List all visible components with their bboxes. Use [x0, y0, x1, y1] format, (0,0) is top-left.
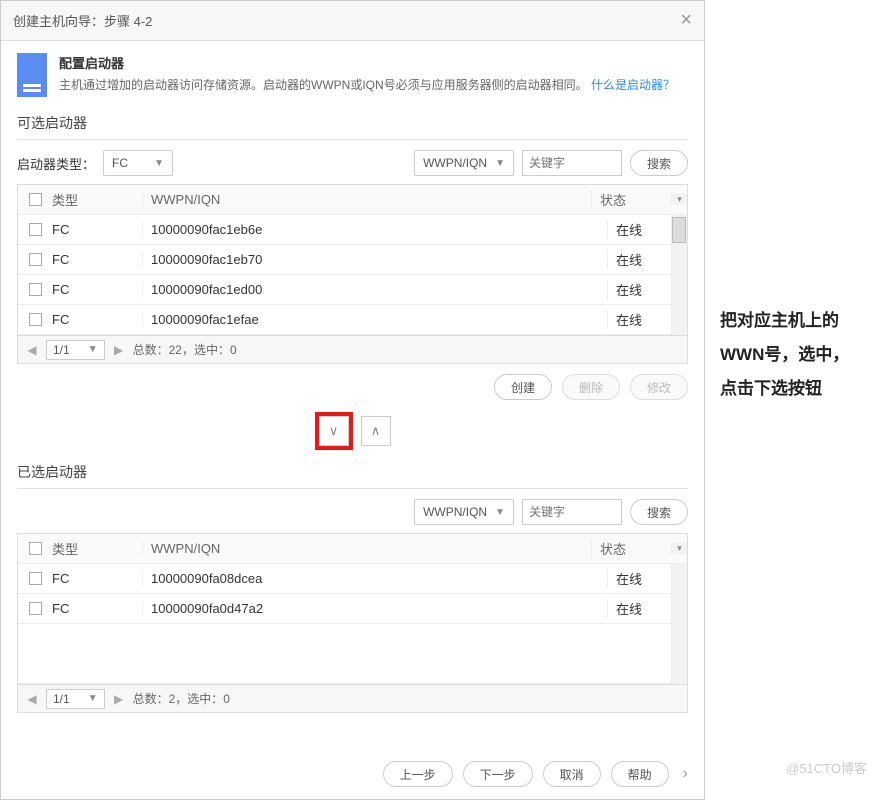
select-all-checkbox[interactable]: [29, 193, 42, 206]
selected-section-title: 已选启动器: [17, 462, 688, 482]
cancel-button[interactable]: 取消: [543, 761, 601, 787]
chevron-down-icon: ▼: [495, 507, 505, 518]
table-row[interactable]: FC10000090fac1eb70在线: [18, 245, 687, 275]
divider: [17, 139, 688, 140]
row-checkbox[interactable]: [29, 313, 42, 326]
page-select[interactable]: 1/1▼: [46, 340, 105, 360]
dialog-header: 配置启动器 主机通过增加的启动器访问存储资源。启动器的WWPN或IQN号必须与应…: [17, 53, 688, 97]
chevron-up-icon: ∧: [371, 423, 381, 439]
available-pager: ◀ 1/1▼ ▶ 总数：22，选中：0: [18, 335, 687, 363]
row-checkbox[interactable]: [29, 223, 42, 236]
header-desc: 主机通过增加的启动器访问存储资源。启动器的WWPN或IQN号必须与应用服务器侧的…: [59, 78, 588, 92]
initiator-type-label: 启动器类型：: [17, 154, 95, 173]
delete-button[interactable]: 删除: [562, 374, 620, 400]
table-row[interactable]: FC10000090fac1efae在线: [18, 305, 687, 335]
header-title: 配置启动器: [59, 53, 675, 72]
wizard-footer: 上一步 下一步 取消 帮助 ›: [1, 749, 704, 799]
selected-pager: ◀ 1/1▼ ▶ 总数：2，选中：0: [18, 684, 687, 712]
col-type[interactable]: 类型: [52, 190, 142, 209]
row-checkbox[interactable]: [29, 602, 42, 615]
selected-table-body: FC10000090fa08dcea在线 FC10000090fa0d47a2在…: [18, 564, 687, 684]
search-field-select[interactable]: WWPN/IQN ▼: [414, 499, 514, 525]
initiator-type-value: FC: [112, 156, 128, 170]
row-checkbox[interactable]: [29, 283, 42, 296]
prev-button[interactable]: 上一步: [383, 761, 453, 787]
table-header: 类型 WWPN/IQN 状态 ▾: [18, 185, 687, 215]
col-status[interactable]: 状态: [591, 190, 671, 209]
next-button[interactable]: 下一步: [463, 761, 533, 787]
search-input[interactable]: [522, 150, 622, 176]
column-settings-icon[interactable]: ▾: [671, 194, 687, 205]
table-header: 类型 WWPN/IQN 状态 ▾: [18, 534, 687, 564]
dialog-titlebar: 创建主机向导：步骤 4-2 ×: [1, 1, 704, 41]
move-down-button[interactable]: ∨: [319, 416, 349, 446]
scrollbar[interactable]: [671, 215, 687, 335]
col-wwpn[interactable]: WWPN/IQN: [142, 541, 591, 556]
divider: [17, 488, 688, 489]
col-type[interactable]: 类型: [52, 539, 142, 558]
wizard-dialog: 创建主机向导：步骤 4-2 × 配置启动器 主机通过增加的启动器访问存储资源。启…: [0, 0, 705, 800]
scrollbar[interactable]: [671, 564, 687, 684]
chevron-right-icon[interactable]: ›: [683, 765, 688, 783]
column-settings-icon[interactable]: ▾: [671, 543, 687, 554]
close-icon[interactable]: ×: [680, 9, 692, 32]
search-button[interactable]: 搜索: [630, 150, 688, 176]
select-all-checkbox[interactable]: [29, 542, 42, 555]
watermark: @51CTO博客: [786, 758, 867, 777]
available-filter-row: 启动器类型： FC ▼ WWPN/IQN ▼ 搜索: [17, 150, 688, 176]
search-field-value: WWPN/IQN: [423, 505, 487, 519]
help-button[interactable]: 帮助: [611, 761, 669, 787]
server-icon: [17, 53, 47, 97]
col-wwpn[interactable]: WWPN/IQN: [142, 192, 591, 207]
move-buttons: ∨ ∧: [17, 412, 688, 450]
prev-page-icon[interactable]: ◀: [24, 343, 40, 357]
col-status[interactable]: 状态: [591, 539, 671, 558]
annotation-text: 把对应主机上的 WWN号，选中， 点击下选按钮: [720, 304, 870, 406]
highlight-annotation: ∨: [315, 412, 353, 450]
search-button[interactable]: 搜索: [630, 499, 688, 525]
available-actions: 创建 删除 修改: [17, 374, 688, 400]
create-button[interactable]: 创建: [494, 374, 552, 400]
chevron-down-icon: ▼: [88, 344, 98, 355]
dialog-title: 创建主机向导：步骤 4-2: [13, 11, 152, 30]
row-checkbox[interactable]: [29, 572, 42, 585]
initiator-type-select[interactable]: FC ▼: [103, 150, 173, 176]
selected-table: 类型 WWPN/IQN 状态 ▾ FC10000090fa08dcea在线 FC…: [17, 533, 688, 713]
table-row[interactable]: FC10000090fac1eb6e在线: [18, 215, 687, 245]
chevron-down-icon: ▼: [495, 158, 505, 169]
move-up-button[interactable]: ∧: [361, 416, 391, 446]
pager-total: 总数：22，选中：0: [133, 341, 237, 358]
selected-filter-row: WWPN/IQN ▼ 搜索: [17, 499, 688, 525]
pager-total: 总数：2，选中：0: [133, 690, 230, 707]
search-input[interactable]: [522, 499, 622, 525]
search-field-value: WWPN/IQN: [423, 156, 487, 170]
chevron-down-icon: ▼: [154, 158, 164, 169]
available-table-body: FC10000090fac1eb6e在线 FC10000090fac1eb70在…: [18, 215, 687, 335]
row-checkbox[interactable]: [29, 253, 42, 266]
table-row[interactable]: FC10000090fac1ed00在线: [18, 275, 687, 305]
chevron-down-icon: ∨: [329, 423, 339, 439]
table-row[interactable]: FC10000090fa08dcea在线: [18, 564, 687, 594]
modify-button[interactable]: 修改: [630, 374, 688, 400]
prev-page-icon[interactable]: ◀: [24, 692, 40, 706]
available-table: 类型 WWPN/IQN 状态 ▾ FC10000090fac1eb6e在线 FC…: [17, 184, 688, 364]
next-page-icon[interactable]: ▶: [111, 343, 127, 357]
chevron-down-icon: ▼: [88, 693, 98, 704]
table-row[interactable]: FC10000090fa0d47a2在线: [18, 594, 687, 624]
next-page-icon[interactable]: ▶: [111, 692, 127, 706]
available-section-title: 可选启动器: [17, 113, 688, 133]
whatis-link[interactable]: 什么是启动器？: [591, 78, 675, 92]
page-select[interactable]: 1/1▼: [46, 689, 105, 709]
search-field-select[interactable]: WWPN/IQN ▼: [414, 150, 514, 176]
